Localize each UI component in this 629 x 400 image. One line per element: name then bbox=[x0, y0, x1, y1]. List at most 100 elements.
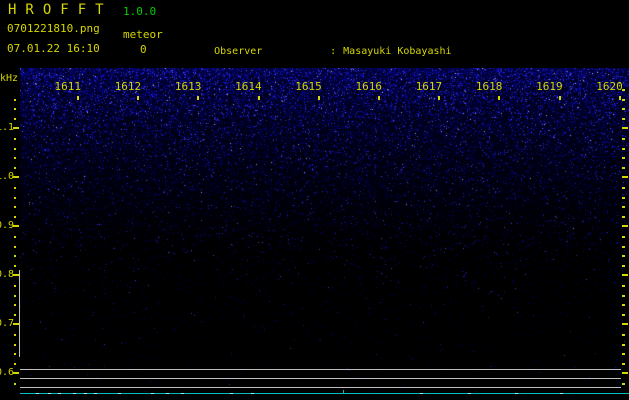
freq-minor-tick-right bbox=[622, 118, 625, 121]
time-tick-label: 1618 bbox=[475, 80, 503, 93]
freq-minor-tick-right bbox=[622, 98, 625, 101]
time-tick-mark bbox=[558, 96, 561, 100]
signal-highlight bbox=[181, 393, 184, 394]
freq-minor-tick bbox=[14, 137, 16, 140]
signal-highlight bbox=[84, 393, 87, 394]
time-tick-mark bbox=[137, 96, 140, 100]
freq-major-tick bbox=[13, 176, 19, 178]
time-tick-label: 1616 bbox=[355, 80, 383, 93]
freq-major-tick-right bbox=[622, 127, 628, 129]
freq-minor-tick bbox=[14, 216, 16, 219]
time-tick-mark bbox=[317, 96, 320, 100]
hrofft-screen: HROFFT 1.0.0 0701221810.png meteor 0 07.… bbox=[0, 0, 629, 400]
level-grid-line bbox=[20, 378, 621, 379]
freq-minor-tick bbox=[14, 284, 16, 287]
signal-highlight bbox=[560, 393, 563, 394]
freq-minor-tick bbox=[14, 382, 16, 385]
freq-major-tick-right bbox=[622, 225, 628, 227]
freq-minor-tick bbox=[14, 343, 16, 346]
signal-highlight bbox=[468, 393, 471, 394]
freq-minor-tick-right bbox=[622, 353, 625, 356]
freq-minor-tick bbox=[14, 118, 16, 121]
echo-count: 0 bbox=[140, 43, 147, 56]
graph-start-spike bbox=[19, 270, 20, 357]
signal-highlight bbox=[515, 393, 518, 394]
freq-minor-tick bbox=[14, 255, 16, 258]
freq-major-tick bbox=[13, 372, 19, 374]
freq-minor-tick bbox=[14, 353, 16, 356]
freq-minor-tick bbox=[14, 147, 16, 150]
freq-minor-tick-right bbox=[622, 88, 625, 91]
freq-minor-tick-right bbox=[622, 333, 625, 336]
freq-major-tick bbox=[13, 274, 19, 276]
freq-major-tick-right bbox=[622, 176, 628, 178]
freq-minor-tick bbox=[14, 363, 16, 366]
freq-minor-tick-right bbox=[622, 167, 625, 170]
freq-minor-tick bbox=[14, 108, 16, 111]
freq-tick-label: 0.9 bbox=[0, 220, 15, 231]
freq-minor-tick bbox=[14, 196, 16, 199]
output-filename: 0701221810.png bbox=[7, 22, 100, 35]
freq-minor-tick-right bbox=[622, 284, 625, 287]
freq-tick-label: 0.6 bbox=[0, 367, 15, 378]
freq-minor-tick-right bbox=[622, 245, 625, 248]
info-value: Masayuki Kobayashi bbox=[343, 45, 452, 57]
signal-spike bbox=[343, 390, 344, 393]
level-grid-line bbox=[20, 369, 621, 370]
freq-minor-tick bbox=[14, 245, 16, 248]
freq-minor-tick-right bbox=[622, 108, 625, 111]
time-tick-label: 1613 bbox=[174, 80, 202, 93]
freq-minor-tick bbox=[14, 265, 16, 268]
signal-highlight bbox=[118, 393, 121, 394]
freq-minor-tick bbox=[14, 186, 16, 189]
freq-minor-tick bbox=[14, 333, 16, 336]
info-row-observer: Observer: Masayuki Kobayashi bbox=[178, 30, 626, 57]
time-tick-mark bbox=[618, 96, 621, 100]
signal-highlight bbox=[48, 393, 51, 394]
freq-minor-tick-right bbox=[622, 382, 625, 385]
freq-minor-tick bbox=[14, 206, 16, 209]
freq-major-tick-right bbox=[622, 372, 628, 374]
freq-minor-tick-right bbox=[622, 137, 625, 140]
freq-minor-tick-right bbox=[622, 294, 625, 297]
info-separator: : bbox=[330, 45, 337, 57]
freq-minor-tick-right bbox=[622, 196, 625, 199]
freq-major-tick-right bbox=[622, 323, 628, 325]
signal-highlight bbox=[58, 393, 61, 394]
signal-highlight bbox=[166, 393, 169, 394]
app-title: HROFFT bbox=[8, 2, 113, 18]
mode-label: meteor bbox=[123, 28, 163, 41]
freq-tick-label: 1.0 bbox=[0, 171, 15, 182]
freq-tick-label: 0.8 bbox=[0, 269, 15, 280]
time-tick-label: 1611 bbox=[54, 80, 82, 93]
datetime-label: 07.01.22 16:10 bbox=[7, 42, 100, 55]
time-tick-mark bbox=[257, 96, 260, 100]
time-tick-mark bbox=[438, 96, 441, 100]
level-grid-line bbox=[20, 387, 621, 388]
time-tick-label: 1619 bbox=[536, 80, 563, 93]
freq-minor-tick-right bbox=[622, 206, 625, 209]
freq-minor-tick-right bbox=[622, 343, 625, 346]
freq-minor-tick bbox=[14, 235, 16, 238]
signal-highlight bbox=[94, 393, 97, 394]
time-tick-label: 1617 bbox=[415, 80, 443, 93]
signal-highlight bbox=[251, 393, 254, 394]
freq-minor-tick-right bbox=[622, 314, 625, 317]
signal-highlight bbox=[420, 393, 423, 394]
signal-highlight bbox=[151, 393, 154, 394]
freq-minor-tick-right bbox=[622, 265, 625, 268]
freq-minor-tick bbox=[14, 98, 16, 101]
freq-minor-tick bbox=[14, 314, 16, 317]
freq-minor-tick-right bbox=[622, 186, 625, 189]
signal-highlight bbox=[36, 393, 39, 394]
freq-major-tick bbox=[13, 323, 19, 325]
freq-minor-tick-right bbox=[622, 363, 625, 366]
freq-minor-tick bbox=[14, 157, 16, 160]
time-tick-label: 1615 bbox=[295, 80, 322, 93]
time-tick-mark bbox=[77, 96, 79, 100]
signal-baseline bbox=[20, 393, 629, 394]
freq-tick-label: 0.7 bbox=[0, 318, 15, 329]
freq-minor-tick bbox=[14, 294, 16, 297]
info-label: Observer bbox=[214, 45, 263, 57]
time-tick-mark bbox=[378, 96, 380, 100]
